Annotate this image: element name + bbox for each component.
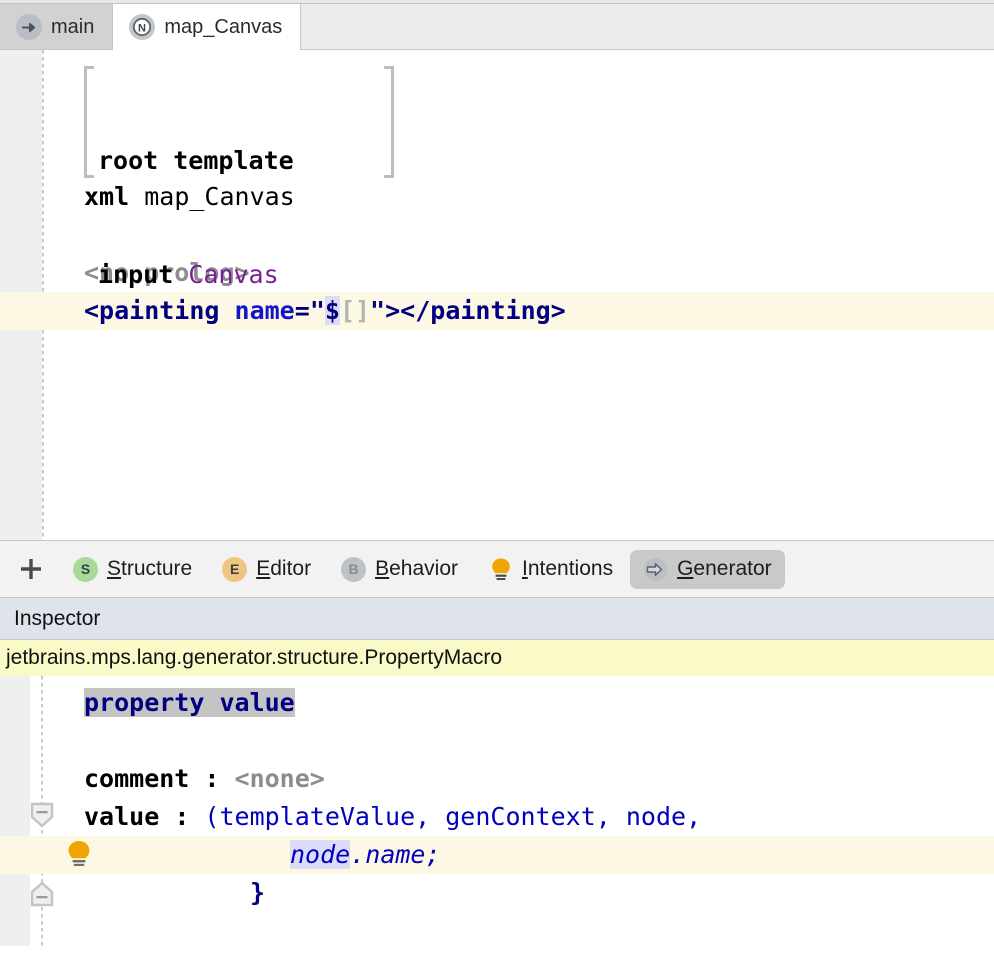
aspect-tab-behavior[interactable]: B Behavior bbox=[328, 550, 471, 589]
generator-arrow-icon bbox=[643, 557, 668, 582]
editor-icon: E bbox=[222, 557, 247, 582]
root-template-keyword: root template bbox=[98, 146, 294, 175]
inspector-closing-brace-line[interactable]: } bbox=[0, 874, 994, 912]
value-signature-code[interactable]: (templateValue, genContext, node, bbox=[204, 802, 701, 831]
plus-icon bbox=[18, 556, 44, 582]
expression-rest[interactable]: .name; bbox=[350, 840, 440, 869]
value-label: value bbox=[84, 802, 159, 831]
behavior-icon: B bbox=[341, 557, 366, 582]
value-separator: : bbox=[159, 802, 204, 831]
input-concept-name[interactable]: Canvas bbox=[188, 260, 278, 289]
inspector-body[interactable]: property value comment : <none> value : … bbox=[0, 676, 994, 946]
painting-quote-open: " bbox=[310, 296, 325, 325]
block-bracket-left bbox=[84, 66, 94, 178]
input-keyword: input bbox=[98, 260, 188, 289]
painting-equals: = bbox=[295, 296, 310, 325]
aspect-tab-behavior-label: Behavior bbox=[375, 557, 458, 581]
structure-icon: S bbox=[73, 557, 98, 582]
closing-brace: } bbox=[250, 878, 265, 907]
lightbulb-icon bbox=[488, 557, 513, 582]
aspect-tab-intentions[interactable]: Intentions bbox=[475, 550, 626, 589]
tab-bar-empty-space bbox=[301, 4, 994, 50]
editor-tab-map-canvas-label: map_Canvas bbox=[164, 16, 282, 39]
inspector-blank-line bbox=[0, 722, 994, 760]
aspect-tab-bar: S Structure E Editor B Behavior Intentio… bbox=[0, 540, 994, 598]
inspector-header-cell-line[interactable]: property value bbox=[0, 684, 994, 722]
painting-close-tag[interactable]: ></painting> bbox=[385, 296, 566, 325]
aspect-tab-generator-label: Generator bbox=[677, 557, 772, 581]
template-header-block[interactable]: root template input Canvas bbox=[84, 66, 394, 178]
inspector-expression-line[interactable]: node.name; bbox=[0, 836, 994, 874]
fold-marker-collapse[interactable] bbox=[30, 802, 54, 828]
comment-label: comment bbox=[84, 764, 189, 793]
aspect-tab-structure-label: Structure bbox=[107, 557, 192, 581]
block-bracket-right bbox=[384, 66, 394, 178]
editor-tab-bar: main N map_Canvas bbox=[0, 4, 994, 50]
inspector-concept-type-bar: jetbrains.mps.lang.generator.structure.P… bbox=[0, 640, 994, 676]
inspector-code-area[interactable]: property value comment : <none> value : … bbox=[0, 676, 994, 912]
inspector-title-label: Inspector bbox=[14, 607, 100, 631]
inspector-comment-line[interactable]: comment : <none> bbox=[0, 760, 994, 798]
aspect-tab-generator[interactable]: Generator bbox=[630, 550, 785, 589]
aspect-tab-intentions-label: Intentions bbox=[522, 557, 613, 581]
inspector-title-bar: Inspector bbox=[0, 598, 994, 640]
main-editor-pane[interactable]: root template input Canvas xml map_Canva… bbox=[0, 50, 994, 540]
svg-text:N: N bbox=[138, 22, 146, 34]
comment-value-placeholder[interactable]: <none> bbox=[235, 764, 325, 793]
editor-tab-map-canvas[interactable]: N map_Canvas bbox=[113, 4, 301, 50]
comment-separator: : bbox=[189, 764, 234, 793]
editor-tab-main-label: main bbox=[51, 16, 94, 39]
inspector-header-cell[interactable]: property value bbox=[84, 688, 295, 717]
expression-variable[interactable]: node bbox=[290, 840, 350, 869]
property-macro-dollar[interactable]: $ bbox=[325, 296, 340, 325]
painting-quote-close: " bbox=[370, 296, 385, 325]
property-macro-brackets[interactable]: [] bbox=[340, 296, 370, 325]
inspector-concept-fqn: jetbrains.mps.lang.generator.structure.P… bbox=[6, 646, 502, 670]
aspect-tab-editor-label: Editor bbox=[256, 557, 311, 581]
aspect-tab-structure[interactable]: S Structure bbox=[60, 550, 205, 589]
node-n-icon: N bbox=[129, 14, 155, 40]
fold-marker-expand[interactable] bbox=[30, 882, 54, 908]
inspector-value-line[interactable]: value : (templateValue, genContext, node… bbox=[0, 798, 994, 836]
aspect-tab-editor[interactable]: E Editor bbox=[209, 550, 324, 589]
editor-code-area[interactable]: root template input Canvas xml map_Canva… bbox=[0, 50, 994, 330]
intention-bulb-icon[interactable] bbox=[66, 839, 94, 869]
add-aspect-button[interactable] bbox=[14, 552, 48, 586]
editor-tab-main[interactable]: main bbox=[0, 4, 113, 50]
transform-arrow-icon bbox=[16, 14, 42, 40]
block-content: root template input Canvas bbox=[98, 66, 294, 370]
